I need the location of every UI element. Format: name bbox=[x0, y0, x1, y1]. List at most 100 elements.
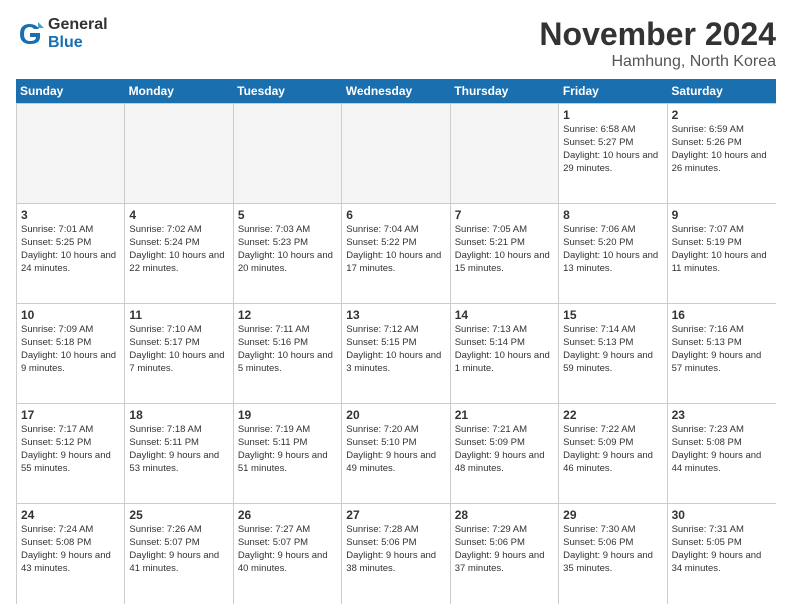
sunset-2: Sunset: 5:26 PM bbox=[672, 137, 772, 150]
sunset-22: Sunset: 5:09 PM bbox=[563, 437, 662, 450]
sunrise-19: Sunrise: 7:19 AM bbox=[238, 424, 337, 437]
sunrise-10: Sunrise: 7:09 AM bbox=[21, 324, 120, 337]
daylight-18: Daylight: 9 hours and 53 minutes. bbox=[129, 450, 228, 476]
title-block: November 2024 Hamhung, North Korea bbox=[539, 16, 776, 71]
day-number-28: 28 bbox=[455, 507, 554, 523]
sunset-1: Sunset: 5:27 PM bbox=[563, 137, 662, 150]
week-row-1: 3Sunrise: 7:01 AMSunset: 5:25 PMDaylight… bbox=[17, 204, 776, 304]
month-title: November 2024 bbox=[539, 16, 776, 53]
sunset-20: Sunset: 5:10 PM bbox=[346, 437, 445, 450]
sunrise-25: Sunrise: 7:26 AM bbox=[129, 524, 228, 537]
sunrise-6: Sunrise: 7:04 AM bbox=[346, 224, 445, 237]
day-cell-0-0 bbox=[17, 104, 125, 204]
daylight-8: Daylight: 10 hours and 13 minutes. bbox=[563, 250, 662, 276]
location: Hamhung, North Korea bbox=[539, 53, 776, 71]
day-number-6: 6 bbox=[346, 207, 445, 223]
day-cell-1-5: 8Sunrise: 7:06 AMSunset: 5:20 PMDaylight… bbox=[559, 204, 667, 304]
sunrise-30: Sunrise: 7:31 AM bbox=[672, 524, 772, 537]
day-number-27: 27 bbox=[346, 507, 445, 523]
daylight-13: Daylight: 10 hours and 3 minutes. bbox=[346, 350, 445, 376]
day-number-26: 26 bbox=[238, 507, 337, 523]
sunset-7: Sunset: 5:21 PM bbox=[455, 237, 554, 250]
sunset-26: Sunset: 5:07 PM bbox=[238, 537, 337, 550]
day-number-18: 18 bbox=[129, 407, 228, 423]
day-number-25: 25 bbox=[129, 507, 228, 523]
sunset-18: Sunset: 5:11 PM bbox=[129, 437, 228, 450]
sunset-12: Sunset: 5:16 PM bbox=[238, 337, 337, 350]
sunset-14: Sunset: 5:14 PM bbox=[455, 337, 554, 350]
header-sunday: Sunday bbox=[16, 79, 125, 103]
sunrise-18: Sunrise: 7:18 AM bbox=[129, 424, 228, 437]
daylight-26: Daylight: 9 hours and 40 minutes. bbox=[238, 550, 337, 576]
day-number-17: 17 bbox=[21, 407, 120, 423]
day-number-23: 23 bbox=[672, 407, 772, 423]
logo-icon bbox=[16, 20, 44, 48]
sunset-10: Sunset: 5:18 PM bbox=[21, 337, 120, 350]
sunset-19: Sunset: 5:11 PM bbox=[238, 437, 337, 450]
day-number-9: 9 bbox=[672, 207, 772, 223]
daylight-28: Daylight: 9 hours and 37 minutes. bbox=[455, 550, 554, 576]
week-row-3: 17Sunrise: 7:17 AMSunset: 5:12 PMDayligh… bbox=[17, 404, 776, 504]
sunrise-22: Sunrise: 7:22 AM bbox=[563, 424, 662, 437]
day-cell-1-6: 9Sunrise: 7:07 AMSunset: 5:19 PMDaylight… bbox=[668, 204, 776, 304]
daylight-5: Daylight: 10 hours and 20 minutes. bbox=[238, 250, 337, 276]
day-number-24: 24 bbox=[21, 507, 120, 523]
day-cell-4-0: 24Sunrise: 7:24 AMSunset: 5:08 PMDayligh… bbox=[17, 504, 125, 604]
header-friday: Friday bbox=[559, 79, 668, 103]
daylight-14: Daylight: 10 hours and 1 minute. bbox=[455, 350, 554, 376]
sunrise-23: Sunrise: 7:23 AM bbox=[672, 424, 772, 437]
day-cell-4-4: 28Sunrise: 7:29 AMSunset: 5:06 PMDayligh… bbox=[451, 504, 559, 604]
day-cell-0-6: 2Sunrise: 6:59 AMSunset: 5:26 PMDaylight… bbox=[668, 104, 776, 204]
header-tuesday: Tuesday bbox=[233, 79, 342, 103]
daylight-21: Daylight: 9 hours and 48 minutes. bbox=[455, 450, 554, 476]
day-cell-3-4: 21Sunrise: 7:21 AMSunset: 5:09 PMDayligh… bbox=[451, 404, 559, 504]
sunset-23: Sunset: 5:08 PM bbox=[672, 437, 772, 450]
sunset-8: Sunset: 5:20 PM bbox=[563, 237, 662, 250]
header-thursday: Thursday bbox=[450, 79, 559, 103]
day-number-3: 3 bbox=[21, 207, 120, 223]
day-cell-2-3: 13Sunrise: 7:12 AMSunset: 5:15 PMDayligh… bbox=[342, 304, 450, 404]
day-cell-0-1 bbox=[125, 104, 233, 204]
sunset-21: Sunset: 5:09 PM bbox=[455, 437, 554, 450]
sunset-24: Sunset: 5:08 PM bbox=[21, 537, 120, 550]
day-cell-2-6: 16Sunrise: 7:16 AMSunset: 5:13 PMDayligh… bbox=[668, 304, 776, 404]
daylight-30: Daylight: 9 hours and 34 minutes. bbox=[672, 550, 772, 576]
calendar-body: 1Sunrise: 6:58 AMSunset: 5:27 PMDaylight… bbox=[16, 103, 776, 604]
sunrise-27: Sunrise: 7:28 AM bbox=[346, 524, 445, 537]
sunrise-13: Sunrise: 7:12 AM bbox=[346, 324, 445, 337]
sunrise-29: Sunrise: 7:30 AM bbox=[563, 524, 662, 537]
sunset-5: Sunset: 5:23 PM bbox=[238, 237, 337, 250]
sunrise-8: Sunrise: 7:06 AM bbox=[563, 224, 662, 237]
sunrise-24: Sunrise: 7:24 AM bbox=[21, 524, 120, 537]
day-number-2: 2 bbox=[672, 107, 772, 123]
sunset-6: Sunset: 5:22 PM bbox=[346, 237, 445, 250]
daylight-17: Daylight: 9 hours and 55 minutes. bbox=[21, 450, 120, 476]
sunrise-1: Sunrise: 6:58 AM bbox=[563, 124, 662, 137]
day-number-8: 8 bbox=[563, 207, 662, 223]
day-cell-1-3: 6Sunrise: 7:04 AMSunset: 5:22 PMDaylight… bbox=[342, 204, 450, 304]
daylight-27: Daylight: 9 hours and 38 minutes. bbox=[346, 550, 445, 576]
daylight-7: Daylight: 10 hours and 15 minutes. bbox=[455, 250, 554, 276]
daylight-3: Daylight: 10 hours and 24 minutes. bbox=[21, 250, 120, 276]
sunset-4: Sunset: 5:24 PM bbox=[129, 237, 228, 250]
daylight-12: Daylight: 10 hours and 5 minutes. bbox=[238, 350, 337, 376]
day-cell-4-3: 27Sunrise: 7:28 AMSunset: 5:06 PMDayligh… bbox=[342, 504, 450, 604]
header: General Blue November 2024 Hamhung, Nort… bbox=[16, 16, 776, 71]
day-number-11: 11 bbox=[129, 307, 228, 323]
day-cell-2-0: 10Sunrise: 7:09 AMSunset: 5:18 PMDayligh… bbox=[17, 304, 125, 404]
logo-blue-text: Blue bbox=[48, 34, 108, 52]
sunrise-12: Sunrise: 7:11 AM bbox=[238, 324, 337, 337]
daylight-16: Daylight: 9 hours and 57 minutes. bbox=[672, 350, 772, 376]
sunset-25: Sunset: 5:07 PM bbox=[129, 537, 228, 550]
daylight-10: Daylight: 10 hours and 9 minutes. bbox=[21, 350, 120, 376]
sunset-28: Sunset: 5:06 PM bbox=[455, 537, 554, 550]
day-cell-3-0: 17Sunrise: 7:17 AMSunset: 5:12 PMDayligh… bbox=[17, 404, 125, 504]
daylight-9: Daylight: 10 hours and 11 minutes. bbox=[672, 250, 772, 276]
daylight-11: Daylight: 10 hours and 7 minutes. bbox=[129, 350, 228, 376]
sunrise-26: Sunrise: 7:27 AM bbox=[238, 524, 337, 537]
day-cell-3-1: 18Sunrise: 7:18 AMSunset: 5:11 PMDayligh… bbox=[125, 404, 233, 504]
day-cell-2-1: 11Sunrise: 7:10 AMSunset: 5:17 PMDayligh… bbox=[125, 304, 233, 404]
day-number-7: 7 bbox=[455, 207, 554, 223]
week-row-4: 24Sunrise: 7:24 AMSunset: 5:08 PM Dayligh… bbox=[17, 504, 776, 604]
day-cell-2-2: 12Sunrise: 7:11 AMSunset: 5:16 PMDayligh… bbox=[234, 304, 342, 404]
